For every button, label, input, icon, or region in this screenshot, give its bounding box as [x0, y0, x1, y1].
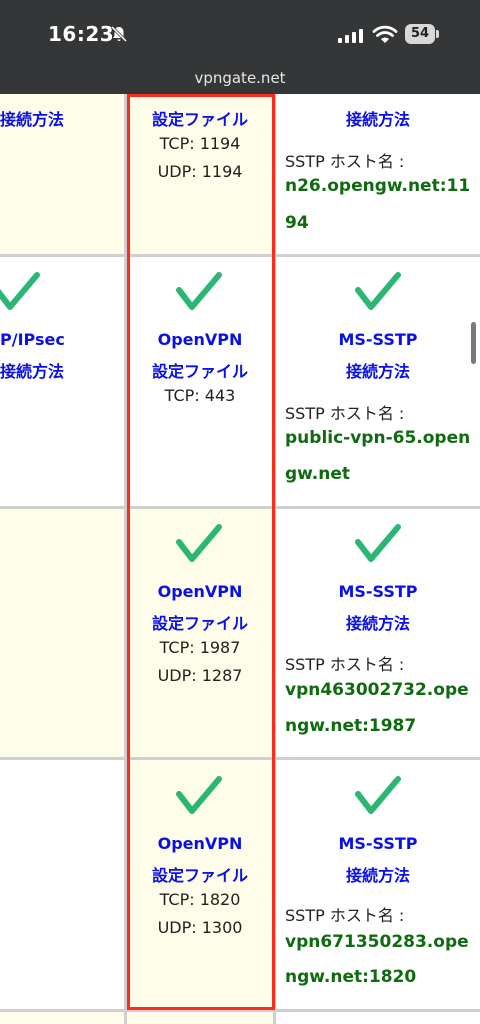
- sstp-hostname-cont: ngw.net:1820: [285, 967, 417, 987]
- check-icon: [0, 272, 40, 310]
- l2tp-cell: [0, 760, 124, 1009]
- sstp-hostname-cont: 94: [285, 213, 309, 233]
- scrollbar[interactable]: [471, 322, 476, 364]
- sstp-hostname-cont: ngw.net:1987: [285, 716, 417, 736]
- tcp-port: TCP: 1987: [159, 638, 241, 657]
- check-icon: [355, 524, 401, 562]
- signal-icon: [338, 29, 363, 43]
- battery-nub: [436, 30, 439, 38]
- openvpn-config-link[interactable]: 設定ファイル: [127, 358, 273, 382]
- sstp-title-link[interactable]: MS-SSTP: [276, 582, 480, 601]
- openvpn-title-link[interactable]: OpenVPN: [127, 330, 273, 349]
- table-row: [0, 1012, 480, 1024]
- l2tp-connect-link[interactable]: 接続方法: [0, 358, 64, 382]
- l2tp-connect-link[interactable]: 接続方法: [0, 106, 64, 130]
- tcp-port: TCP: 1194: [159, 134, 241, 153]
- openvpn-title-link[interactable]: OpenVPN: [127, 834, 273, 853]
- l2tp-cell: [0, 1012, 124, 1024]
- bell-slash-icon: [110, 25, 128, 43]
- status-bar: 16:23 54: [0, 0, 480, 66]
- tcp-port: TCP: 1820: [159, 890, 241, 909]
- sstp-hostname: n26.opengw.net:11: [285, 176, 471, 196]
- sstp-host-label: SSTP ホスト名 :: [285, 404, 405, 423]
- sstp-host-label: SSTP ホスト名 :: [285, 152, 405, 171]
- check-icon: [355, 272, 401, 310]
- sstp-connect-link[interactable]: 接続方法: [276, 610, 480, 634]
- openvpn-config-link[interactable]: 設定ファイル: [127, 862, 273, 886]
- sstp-cell: [276, 1012, 480, 1024]
- l2tp-title-link[interactable]: P/IPsec: [0, 330, 65, 349]
- sstp-hostname: vpn671350283.ope: [285, 932, 469, 952]
- udp-port: UDP: 1194: [157, 162, 243, 181]
- check-icon: [355, 776, 401, 814]
- sstp-hostname: public-vpn-65.open: [285, 428, 471, 448]
- sstp-hostname-cont: gw.net: [285, 464, 351, 484]
- wifi-icon: [372, 25, 398, 43]
- check-icon: [176, 776, 222, 814]
- sstp-host-label: SSTP ホスト名 :: [285, 655, 405, 674]
- battery-indicator: 54: [405, 24, 435, 44]
- server-table: 接続方法 設定ファイル TCP: 1194 UDP: 1194 接続方法 SST…: [0, 94, 480, 1024]
- l2tp-cell: [0, 509, 124, 757]
- udp-port: UDP: 1287: [157, 666, 243, 685]
- url-text: vpngate.net: [194, 69, 286, 87]
- sstp-connect-link[interactable]: 接続方法: [276, 358, 480, 382]
- check-icon: [176, 524, 222, 562]
- udp-port: UDP: 1300: [157, 918, 243, 937]
- openvpn-config-link[interactable]: 設定ファイル: [127, 610, 273, 634]
- openvpn-cell: [127, 1012, 273, 1024]
- sstp-title-link[interactable]: MS-SSTP: [276, 330, 480, 349]
- sstp-connect-link[interactable]: 接続方法: [276, 106, 480, 130]
- status-time: 16:23: [48, 22, 115, 46]
- tcp-port: TCP: 443: [164, 386, 236, 405]
- openvpn-title-link[interactable]: OpenVPN: [127, 582, 273, 601]
- sstp-title-link[interactable]: MS-SSTP: [276, 834, 480, 853]
- url-bar[interactable]: vpngate.net: [0, 66, 480, 94]
- check-icon: [176, 272, 222, 310]
- sstp-connect-link[interactable]: 接続方法: [276, 862, 480, 886]
- sstp-host-label: SSTP ホスト名 :: [285, 906, 405, 925]
- openvpn-config-link[interactable]: 設定ファイル: [127, 106, 273, 130]
- sstp-hostname: vpn463002732.ope: [285, 680, 469, 700]
